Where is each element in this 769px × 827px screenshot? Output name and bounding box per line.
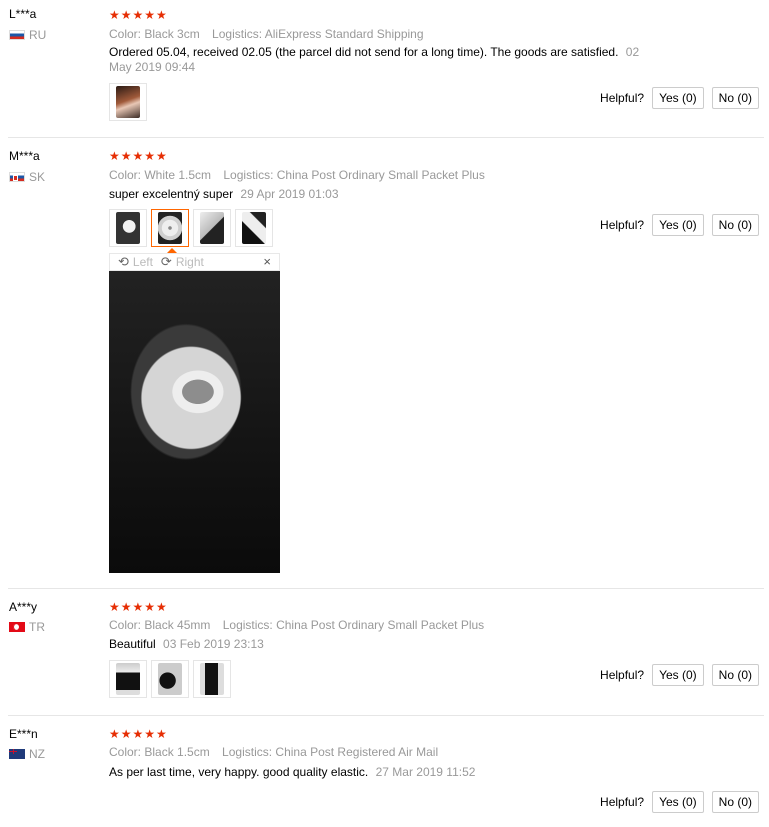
photo-thumbnails <box>109 660 231 698</box>
photo-thumbnail[interactable] <box>151 660 189 698</box>
helpful-yes-button[interactable]: Yes (0) <box>652 214 704 236</box>
country-code: RU <box>29 28 47 42</box>
review-text: Beautiful 03 Feb 2019 23:13 <box>109 637 264 652</box>
review-body: Ordered 05.04, received 02.05 (the parce… <box>109 45 619 59</box>
color-info: Color: Black 3cm <box>109 27 200 41</box>
reviewer-name: L***a <box>9 7 37 21</box>
helpful-yes-button[interactable]: Yes (0) <box>652 87 704 109</box>
helpful-no-button[interactable]: No (0) <box>711 791 759 813</box>
photo-thumbnail[interactable] <box>109 209 147 247</box>
helpful-label: Helpful? <box>600 218 645 232</box>
logistics-info: Logistics: China Post Ordinary Small Pac… <box>223 168 485 182</box>
photo-thumbnail-active[interactable] <box>151 209 189 247</box>
rotate-right-icon: ⟳ <box>160 254 172 269</box>
rotate-right-label: Right <box>175 255 204 269</box>
helpful-box: Helpful? Yes (0) No (0) <box>600 87 759 109</box>
order-info: Color: Black 1.5cm Logistics: China Post… <box>109 745 438 759</box>
rotate-left-button[interactable]: ⟲ Left <box>118 254 153 270</box>
review-body: Beautiful <box>109 637 156 651</box>
color-info: Color: Black 1.5cm <box>109 745 210 759</box>
logistics-info: Logistics: AliExpress Standard Shipping <box>212 27 424 41</box>
star-rating: ★★★★★ <box>109 600 168 614</box>
review-text: super excelentný super 29 Apr 2019 01:03 <box>109 187 339 202</box>
country-code: NZ <box>29 747 45 761</box>
order-info: Color: Black 45mm Logistics: China Post … <box>109 618 484 632</box>
star-rating: ★★★★★ <box>109 8 168 22</box>
logistics-info: Logistics: China Post Registered Air Mai… <box>222 745 439 759</box>
rotate-left-label: Left <box>132 255 153 269</box>
logistics-info: Logistics: China Post Ordinary Small Pac… <box>222 618 485 632</box>
helpful-box: Helpful? Yes (0) No (0) <box>600 664 759 686</box>
star-rating: ★★★★★ <box>109 727 168 741</box>
rotate-right-button[interactable]: ⟳ Right <box>161 254 204 270</box>
color-info: Color: White 1.5cm <box>109 168 212 182</box>
country-code: TR <box>29 620 45 634</box>
reviewer-name: A***y <box>9 600 38 614</box>
reviewer-country: SK <box>9 170 45 184</box>
review-body: super excelentný super <box>109 187 234 201</box>
review-date-cont: May 2019 09:44 <box>109 60 196 74</box>
reviewer-country: NZ <box>9 747 45 761</box>
helpful-label: Helpful? <box>600 668 645 682</box>
flag-icon <box>9 30 25 40</box>
divider <box>8 588 764 589</box>
photo-thumbnail[interactable] <box>109 83 147 121</box>
reviewer-country: RU <box>9 28 46 42</box>
photo-thumbnails <box>109 83 147 121</box>
photo-thumbnail[interactable] <box>235 209 273 247</box>
order-info: Color: Black 3cm Logistics: AliExpress S… <box>109 27 424 41</box>
review-date: 29 Apr 2019 01:03 <box>240 187 339 201</box>
helpful-label: Helpful? <box>600 795 645 809</box>
helpful-no-button[interactable]: No (0) <box>711 664 759 686</box>
helpful-label: Helpful? <box>600 91 645 105</box>
helpful-no-button[interactable]: No (0) <box>711 87 759 109</box>
country-code: SK <box>29 170 46 184</box>
flag-icon <box>9 172 25 182</box>
color-info: Color: Black 45mm <box>109 618 211 632</box>
photo-thumbnail[interactable] <box>193 660 231 698</box>
reviewer-country: TR <box>9 620 45 634</box>
flag-icon <box>9 749 25 759</box>
order-info: Color: White 1.5cm Logistics: China Post… <box>109 168 485 182</box>
helpful-box: Helpful? Yes (0) No (0) <box>600 214 759 236</box>
divider <box>8 137 764 138</box>
reviewer-name: M***a <box>9 149 40 163</box>
reviewer-name: E***n <box>9 727 38 741</box>
review-text: Ordered 05.04, received 02.05 (the parce… <box>109 45 669 75</box>
helpful-no-button[interactable]: No (0) <box>711 214 759 236</box>
review-text: As per last time, very happy. good quali… <box>109 765 475 780</box>
star-rating: ★★★★★ <box>109 149 168 163</box>
helpful-yes-button[interactable]: Yes (0) <box>652 664 704 686</box>
flag-icon <box>9 622 25 632</box>
photo-thumbnails <box>109 209 273 247</box>
review-date: 27 Mar 2019 11:52 <box>375 765 476 779</box>
helpful-yes-button[interactable]: Yes (0) <box>652 791 704 813</box>
helpful-box: Helpful? Yes (0) No (0) <box>600 791 759 813</box>
close-icon[interactable]: × <box>263 254 271 270</box>
review-date: 02 <box>625 45 640 59</box>
divider <box>8 715 764 716</box>
review-date: 03 Feb 2019 23:13 <box>163 637 264 651</box>
review-body: As per last time, very happy. good quali… <box>109 765 369 779</box>
photo-viewer-toolbar: ⟲ Left ⟳ Right × <box>109 253 280 271</box>
photo-viewer-image[interactable] <box>109 271 280 573</box>
rotate-left-icon: ⟲ <box>118 254 129 269</box>
photo-thumbnail[interactable] <box>193 209 231 247</box>
photo-thumbnail[interactable] <box>109 660 147 698</box>
